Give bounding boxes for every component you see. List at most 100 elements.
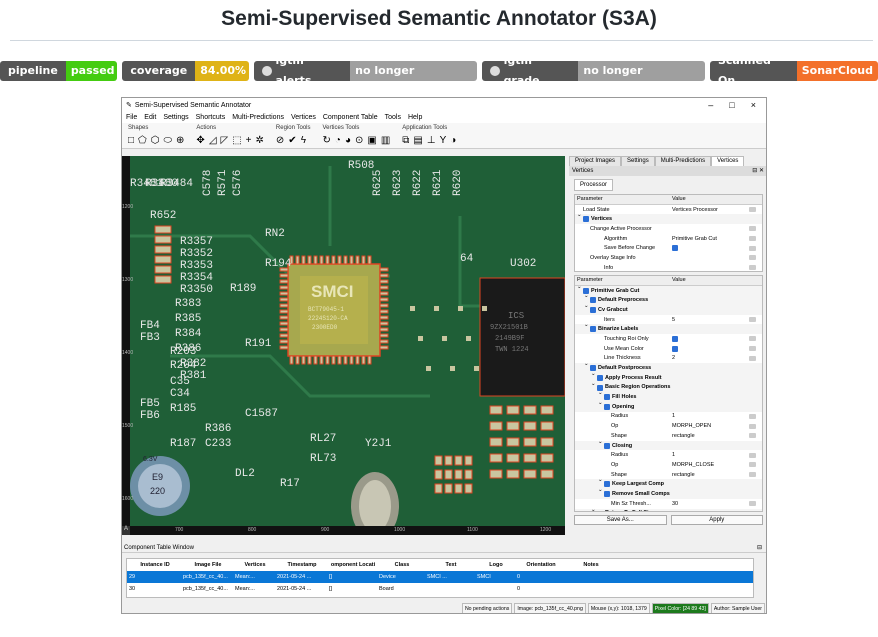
badge-3[interactable]: lgtm grade no longer available bbox=[481, 61, 705, 81]
checkbox[interactable] bbox=[583, 216, 589, 223]
table-cell[interactable]: 0 bbox=[515, 574, 565, 580]
chevron-down-icon[interactable]: ⌄ bbox=[598, 439, 603, 445]
reset-icon[interactable] bbox=[749, 265, 756, 271]
tree-row[interactable]: Radius 1 bbox=[575, 450, 762, 460]
chevron-down-icon[interactable]: ⌄ bbox=[584, 322, 589, 328]
right-tab-2[interactable]: Multi-Predictions bbox=[654, 156, 712, 166]
param-value[interactable]: 1 bbox=[672, 413, 675, 419]
tree-row[interactable]: Use Mean Color bbox=[575, 344, 762, 354]
tool-icon[interactable]: ◕ bbox=[345, 135, 351, 146]
tree-row[interactable]: ⌄ Vertices bbox=[575, 212, 762, 225]
reset-icon[interactable] bbox=[749, 452, 756, 458]
checkbox[interactable] bbox=[590, 307, 596, 314]
undock-icon[interactable]: ⊟ bbox=[757, 544, 766, 552]
tool-icon[interactable]: ↻ bbox=[323, 135, 331, 146]
param-value[interactable]: MORPH_OPEN bbox=[672, 423, 711, 429]
tool-icon[interactable]: ✥ bbox=[196, 135, 204, 146]
column-header[interactable]: Image File bbox=[181, 562, 233, 568]
table-cell[interactable]: Mean:... bbox=[233, 586, 275, 592]
checkbox-checked[interactable] bbox=[672, 336, 678, 343]
badge-4[interactable]: Scanned On SonarCloud bbox=[709, 61, 878, 81]
tool-icon[interactable]: + bbox=[246, 135, 252, 146]
tree-row[interactable]: ⌄ Closing bbox=[575, 439, 762, 451]
tool-icon[interactable]: ▥ bbox=[381, 135, 390, 146]
chevron-down-icon[interactable]: ⌄ bbox=[577, 284, 582, 290]
tree-row[interactable]: Op MORPH_CLOSE bbox=[575, 460, 762, 470]
chevron-down-icon[interactable]: ⌄ bbox=[598, 477, 603, 483]
tree-row[interactable]: Min Sz Thresh... 30 bbox=[575, 499, 762, 509]
menu-item-1[interactable]: Edit bbox=[144, 114, 156, 121]
chevron-down-icon[interactable]: ⌄ bbox=[598, 400, 603, 406]
maximize-icon[interactable]: □ bbox=[729, 100, 734, 110]
chevron-down-icon[interactable]: ⌄ bbox=[591, 381, 596, 387]
menu-item-8[interactable]: Help bbox=[408, 114, 422, 121]
right-tab-1[interactable]: Settings bbox=[621, 156, 655, 166]
checkbox[interactable] bbox=[604, 403, 610, 410]
chevron-down-icon[interactable]: ⌄ bbox=[598, 487, 603, 493]
tree-row[interactable]: Save Before Change bbox=[575, 243, 762, 253]
chevron-down-icon[interactable]: ⌄ bbox=[591, 371, 596, 377]
table-cell[interactable]: pcb_135f_cc_40... bbox=[181, 586, 233, 592]
chevron-down-icon[interactable]: ⌄ bbox=[584, 303, 589, 309]
tool-icon[interactable]: ⬚ bbox=[232, 135, 241, 146]
tree-row[interactable]: ⌄ Default Preprocess bbox=[575, 293, 762, 306]
param-value[interactable]: 30 bbox=[672, 501, 678, 507]
column-header[interactable]: Text bbox=[425, 562, 475, 568]
table-cell[interactable]: [] bbox=[327, 574, 377, 580]
tree-row[interactable]: Load State Vertices Processor bbox=[575, 205, 762, 215]
corner-a-icon[interactable]: A bbox=[122, 526, 130, 535]
tree-row[interactable]: ⌄ Apply Process Result bbox=[575, 371, 762, 383]
checkbox[interactable] bbox=[604, 481, 610, 488]
column-header[interactable]: Timestamp bbox=[275, 562, 327, 568]
dock-close-icon[interactable]: ⊟ ✕ bbox=[752, 166, 766, 176]
table-cell[interactable]: [] bbox=[327, 586, 377, 592]
reset-icon[interactable] bbox=[749, 226, 756, 232]
reset-icon[interactable] bbox=[749, 423, 756, 429]
tree-row[interactable]: ⌄ Binarize Labels bbox=[575, 322, 762, 335]
component-table[interactable]: Instance ID Image File Vertices Timestamp om… bbox=[126, 558, 754, 598]
table-row[interactable]: 30 pcb_135f_cc_40... Mean:... 2021-05-24 ..… bbox=[127, 583, 753, 595]
param-value[interactable]: 2 bbox=[672, 355, 675, 361]
table-row[interactable]: 29 pcb_135f_cc_40... Mean:... 2021-05-24 ..… bbox=[127, 571, 753, 583]
checkbox-checked[interactable] bbox=[672, 345, 678, 352]
reset-icon[interactable] bbox=[749, 236, 756, 242]
tool-icon[interactable]: ⬡ bbox=[151, 135, 160, 146]
param-value[interactable]: rectangle bbox=[672, 433, 695, 439]
column-header[interactable]: Logo bbox=[475, 562, 515, 568]
tool-icon[interactable]: ✔ bbox=[288, 135, 296, 146]
table-cell[interactable]: Device bbox=[377, 574, 425, 580]
tool-icon[interactable]: ▤ bbox=[413, 135, 422, 146]
tool-icon[interactable]: ⧉ bbox=[402, 135, 409, 146]
close-icon[interactable]: × bbox=[751, 100, 756, 110]
tree-row[interactable]: ⌄ Primitive Grab Cut bbox=[575, 284, 762, 296]
menu-item-3[interactable]: Shortcuts bbox=[196, 114, 226, 121]
pcb-image[interactable]: R508 R625 R623 R622 R621 R620 C578 R571 C576 R652… bbox=[130, 156, 565, 535]
checkbox[interactable] bbox=[597, 510, 603, 511]
right-tab-0[interactable]: Project Images bbox=[569, 156, 622, 166]
right-tab-3[interactable]: Vertices bbox=[711, 156, 745, 166]
table-cell[interactable]: 30 bbox=[127, 586, 181, 592]
reset-icon[interactable] bbox=[749, 207, 756, 213]
reset-icon[interactable] bbox=[749, 462, 756, 468]
tree-row[interactable]: ⌄ Basic Region Operations bbox=[575, 381, 762, 393]
checkbox[interactable] bbox=[604, 442, 610, 449]
param-value[interactable]: MORPH_CLOSE bbox=[672, 462, 714, 468]
table-cell[interactable]: SMCI ... bbox=[425, 574, 475, 580]
table-cell[interactable]: 2021-05-24 ... bbox=[275, 586, 327, 592]
reset-icon[interactable] bbox=[749, 472, 756, 478]
tree-row[interactable]: Touching Roi Only bbox=[575, 334, 762, 344]
tree-row[interactable]: ⌄ Keep Largest Comp bbox=[575, 477, 762, 490]
checkbox[interactable] bbox=[597, 374, 603, 381]
reset-icon[interactable] bbox=[749, 245, 756, 251]
parameter-tree[interactable]: Parameter Value ⌄ Primitive Grab Cut ⌄ Defaul… bbox=[574, 275, 763, 512]
tool-icon[interactable]: ✲ bbox=[256, 135, 264, 146]
chevron-down-icon[interactable]: ⌄ bbox=[598, 390, 603, 396]
param-value[interactable]: Vertices Processor bbox=[672, 207, 718, 213]
tree-row[interactable]: ⌄ Opening bbox=[575, 400, 762, 412]
tool-icon[interactable]: ⊥ bbox=[427, 135, 436, 146]
param-value[interactable]: rectangle bbox=[672, 472, 695, 478]
checkbox[interactable] bbox=[590, 326, 596, 333]
menu-item-6[interactable]: Component Table bbox=[323, 114, 378, 121]
minimize-icon[interactable]: – bbox=[708, 100, 713, 110]
tool-icon[interactable]: ▣ bbox=[367, 135, 376, 146]
